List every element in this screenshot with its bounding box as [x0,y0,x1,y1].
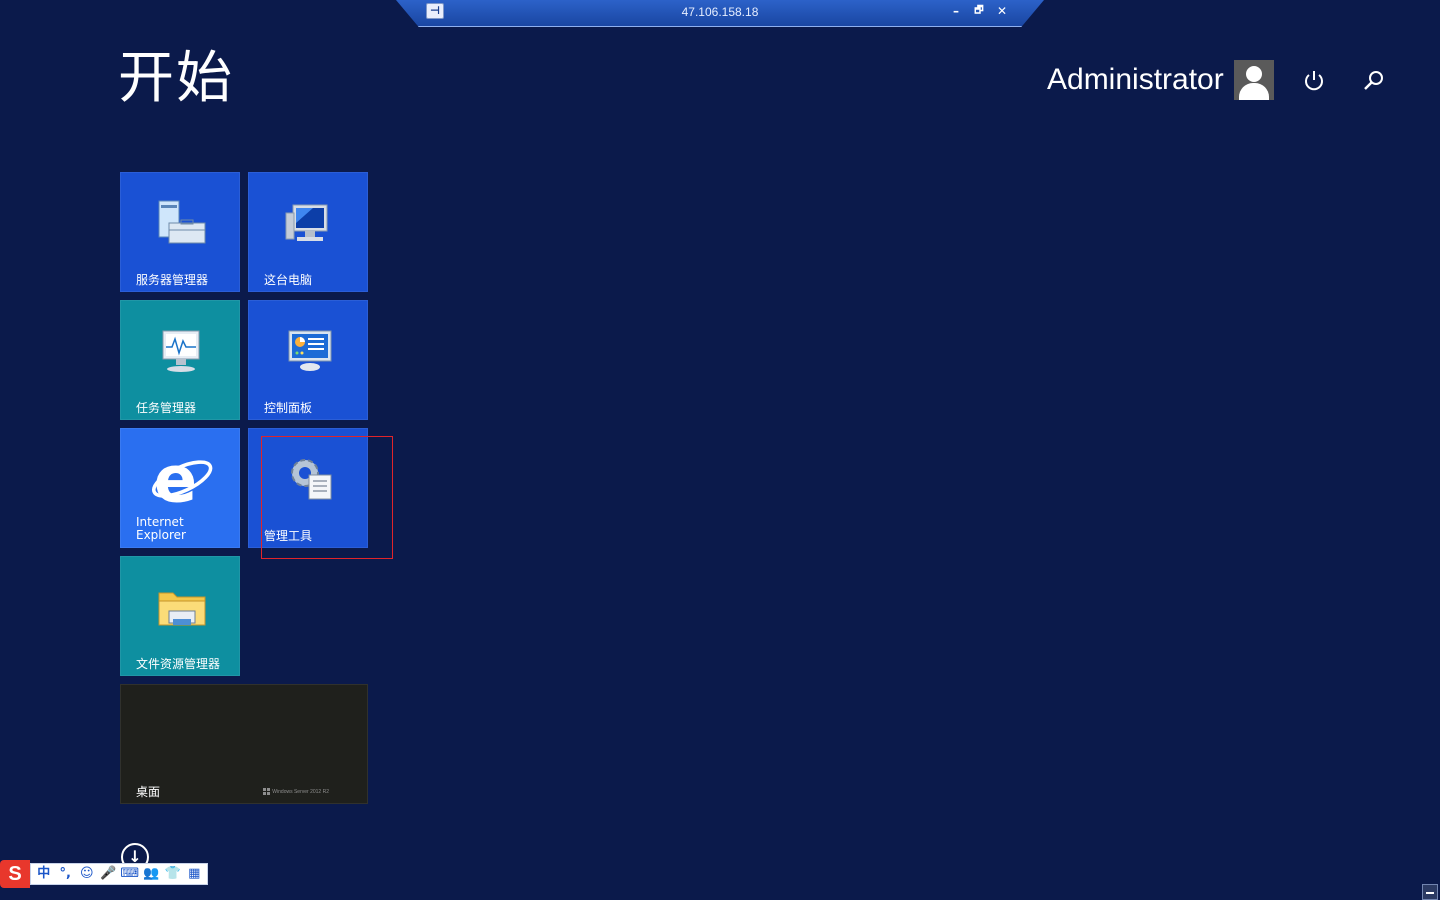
task-manager-icon [162,330,200,372]
tile-control-panel[interactable]: 控制面板 [248,300,368,420]
close-button[interactable]: ✕ [994,3,1010,19]
user-icon[interactable]: 👥 [141,864,163,884]
chinese-mode-button[interactable]: 中 [33,864,55,884]
microphone-icon[interactable]: 🎤 [98,864,120,884]
tile-label: 控制面板 [264,401,313,415]
tile-label: 桌面 [136,785,161,799]
computer-icon [285,204,328,241]
tile-label: 文件资源管理器 [136,657,221,671]
tile-internet-explorer[interactable]: e Internet Explorer [120,428,240,548]
tile-desktop[interactable]: 桌面 Windows Server 2012 R2 [120,684,368,804]
tile-task-manager[interactable]: 任务管理器 [120,300,240,420]
user-name[interactable]: Administrator [1047,62,1224,98]
remote-connection-bar: ⊣ 47.106.158.18 – 🗗 ✕ [396,0,1044,27]
control-panel-icon [288,330,332,371]
server-manager-icon [158,200,206,244]
internet-explorer-icon: e [152,447,213,511]
toolbox-icon[interactable]: ▦ [184,864,206,884]
sogou-logo-icon[interactable]: S [0,860,30,888]
windows-logo-icon [263,788,271,795]
restore-button[interactable]: 🗗 [971,3,987,19]
tile-administrative-tools[interactable]: 管理工具 [248,428,368,548]
ime-button-bar: 中 °, ☺ 🎤 ⌨ 👥 👕 ▦ [30,863,208,885]
punctuation-button[interactable]: °, [55,864,77,884]
tile-server-manager[interactable]: 服务器管理器 [120,172,240,292]
search-icon[interactable] [1360,66,1388,96]
start-title: 开始 [118,46,234,111]
skin-icon[interactable]: 👕 [162,864,184,884]
minimize-corner-icon[interactable] [1422,884,1438,900]
administrative-tools-icon [291,459,332,500]
tile-label: Internet Explorer [136,515,186,542]
tile-this-pc[interactable]: 这台电脑 [248,172,368,292]
tile-label: 这台电脑 [264,273,313,287]
power-icon[interactable] [1300,66,1328,96]
tile-file-explorer[interactable]: 文件资源管理器 [120,556,240,676]
tile-label: 管理工具 [264,529,313,543]
avatar[interactable] [1234,60,1274,100]
file-explorer-icon [158,592,206,626]
emoji-icon[interactable]: ☺ [76,864,98,884]
connection-title: 47.106.158.18 [681,5,759,19]
tile-label: 服务器管理器 [136,273,209,287]
keyboard-icon[interactable]: ⌨ [119,864,141,884]
windows-server-badge: Windows Server 2012 R2 [263,788,329,795]
minimize-button[interactable]: – [948,3,964,19]
ime-toolbar: S 中 °, ☺ 🎤 ⌨ 👥 👕 ▦ [0,860,208,888]
tile-label: 任务管理器 [136,401,197,415]
